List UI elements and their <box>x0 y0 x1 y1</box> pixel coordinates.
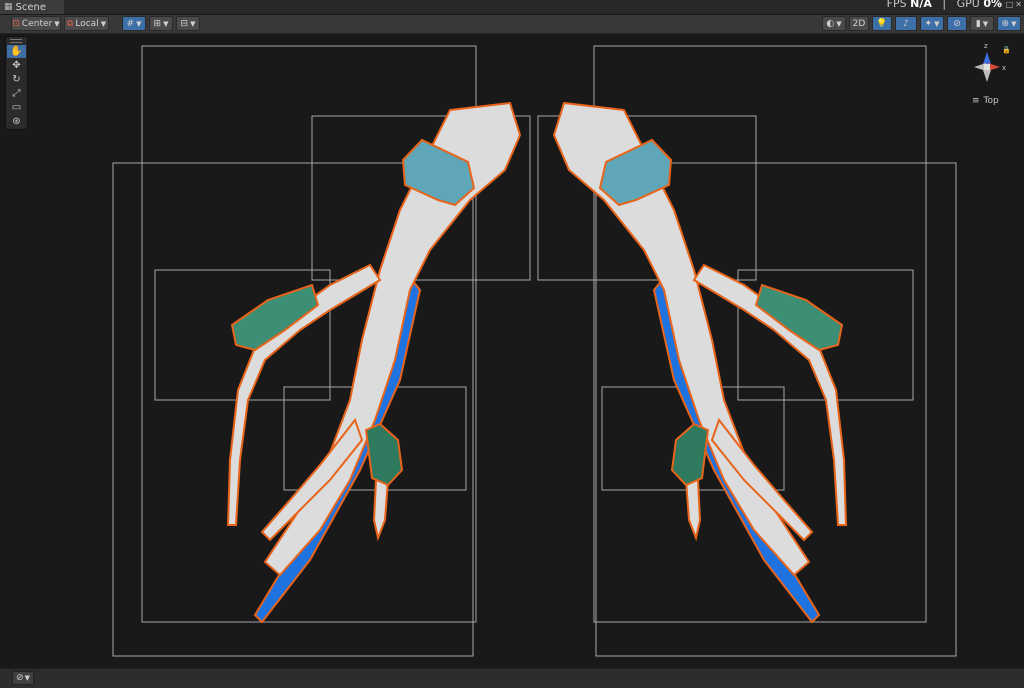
chevron-down-icon: ▼ <box>982 19 989 28</box>
tab-bar: ▦ Scene FPS N/A | GPU 0% ⋮ □ ✕ <box>0 0 1024 15</box>
overlay-menu-button[interactable]: ⊘ ▼ <box>12 671 34 685</box>
fps-value: N/A <box>910 0 932 10</box>
increment-snap-button[interactable]: ⊟ ▼ <box>176 16 200 31</box>
bounds-overlay <box>112 45 957 657</box>
tab-scene-label: Scene <box>15 1 47 13</box>
draw-mode-dropdown[interactable]: ◐ ▼ <box>822 16 846 31</box>
hand-icon[interactable]: ✋ <box>7 45 26 58</box>
grid-icon: ⊞ <box>153 18 162 29</box>
pivot-mode-label: Center <box>21 18 53 29</box>
audio-toggle[interactable]: ♪ <box>895 16 917 31</box>
texture-block <box>364 422 404 487</box>
gizmo-axis-x-label: x <box>1002 64 1006 72</box>
chevron-down-icon: ▼ <box>190 19 196 28</box>
fps-label: FPS <box>886 0 907 10</box>
snap-increment-icon: ⊟ <box>180 18 189 29</box>
chevron-down-icon: ▼ <box>100 19 107 28</box>
pivot-center-icon: ⊡ <box>12 18 20 29</box>
pivot-rotation-dropdown[interactable]: ⧉ Local ▼ <box>64 16 109 31</box>
antler-mesh-right[interactable] <box>553 102 847 623</box>
tools-overlay: ✋ ✥ ↻ ⤢ ▭ ⊛ <box>5 36 28 130</box>
camera-dropdown[interactable]: ▮ ▼ <box>970 16 994 31</box>
lighting-toggle[interactable]: 💡 <box>872 16 892 31</box>
view-name: Top <box>983 96 999 106</box>
view-label[interactable]: ≡ Top <box>972 96 999 106</box>
move-icon[interactable]: ✥ <box>7 59 26 72</box>
stats-separator: | <box>942 0 947 10</box>
transform-icon[interactable]: ⊛ <box>7 115 26 128</box>
rotate-icon[interactable]: ↻ <box>7 73 26 86</box>
grid-snap-icon: # <box>126 18 135 29</box>
scene-toolbar: ⊡ Center ▼ ⧉ Local ▼ # ▼ ⊞ ▼ ⊟ ▼ ◐ ▼ 2D 💡 ♪ … <box>0 15 1024 34</box>
gizmos-icon: ⊕ <box>1001 18 1010 29</box>
stats-readout: FPS N/A | GPU 0% <box>887 0 1002 10</box>
window-buttons: ⋮ □ ✕ <box>996 0 1022 9</box>
close-icon[interactable]: ✕ <box>1015 0 1022 9</box>
chevron-down-icon: ▼ <box>1011 19 1017 28</box>
eye-slash-icon: ⊘ <box>953 18 961 29</box>
effects-dropdown[interactable]: ✦ ▼ <box>920 16 944 31</box>
scene-viewport[interactable]: ✋ ✥ ↻ ⤢ ▭ ⊛ z x 🔒 ≡ Top <box>0 34 1024 668</box>
more-icon[interactable]: ⋮ <box>996 0 1004 9</box>
status-bar: ⊘ ▼ <box>0 668 1024 688</box>
effects-icon: ✦ <box>924 18 933 29</box>
chevron-down-icon: ▼ <box>934 19 940 28</box>
gizmos-dropdown[interactable]: ⊕ ▼ <box>997 16 1021 31</box>
local-cube-icon: ⧉ <box>66 18 74 29</box>
maximize-icon[interactable]: □ <box>1006 0 1014 9</box>
audio-icon: ♪ <box>903 18 909 29</box>
chevron-down-icon: ▼ <box>163 19 169 28</box>
chevron-down-icon: ▼ <box>54 19 60 28</box>
grid-snap-button[interactable]: # ▼ <box>122 16 146 31</box>
pivot-mode-dropdown[interactable]: ⊡ Center ▼ <box>11 16 61 31</box>
drag-handle[interactable] <box>10 39 22 43</box>
camera-icon: ▮ <box>975 18 981 29</box>
grid-visibility-button[interactable]: ⊞ ▼ <box>149 16 173 31</box>
menu-icon: ≡ <box>972 96 980 106</box>
scene-grid-icon: ▦ <box>4 2 13 12</box>
gizmo-axis-y-label: z <box>984 42 988 50</box>
gizmo-y-arrow[interactable] <box>983 52 991 64</box>
gpu-label: GPU <box>956 0 980 10</box>
toggle-2d-button[interactable]: 2D <box>849 16 869 31</box>
chevron-down-icon: ▼ <box>136 19 142 28</box>
rect-icon[interactable]: ▭ <box>7 101 26 114</box>
shading-sphere-icon: ◐ <box>826 18 835 29</box>
pivot-rotation-label: Local <box>75 18 99 29</box>
hidden-objects-toggle[interactable]: ⊘ <box>947 16 967 31</box>
toggle-2d-label: 2D <box>852 18 866 29</box>
scale-icon[interactable]: ⤢ <box>7 87 26 100</box>
lock-icon[interactable]: 🔒 <box>1002 46 1011 54</box>
gizmo-center[interactable] <box>984 64 990 70</box>
scene-render <box>112 45 957 657</box>
tab-scene[interactable]: ▦ Scene <box>0 0 64 14</box>
chevron-down-icon: ▼ <box>836 19 842 28</box>
orientation-gizmo[interactable]: z x 🔒 <box>962 40 1012 90</box>
compass-icon: ⊘ <box>16 673 24 683</box>
chevron-down-icon: ▼ <box>24 674 30 682</box>
gizmo-neg-y-arrow[interactable] <box>983 70 991 82</box>
lightbulb-icon: 💡 <box>876 18 888 29</box>
